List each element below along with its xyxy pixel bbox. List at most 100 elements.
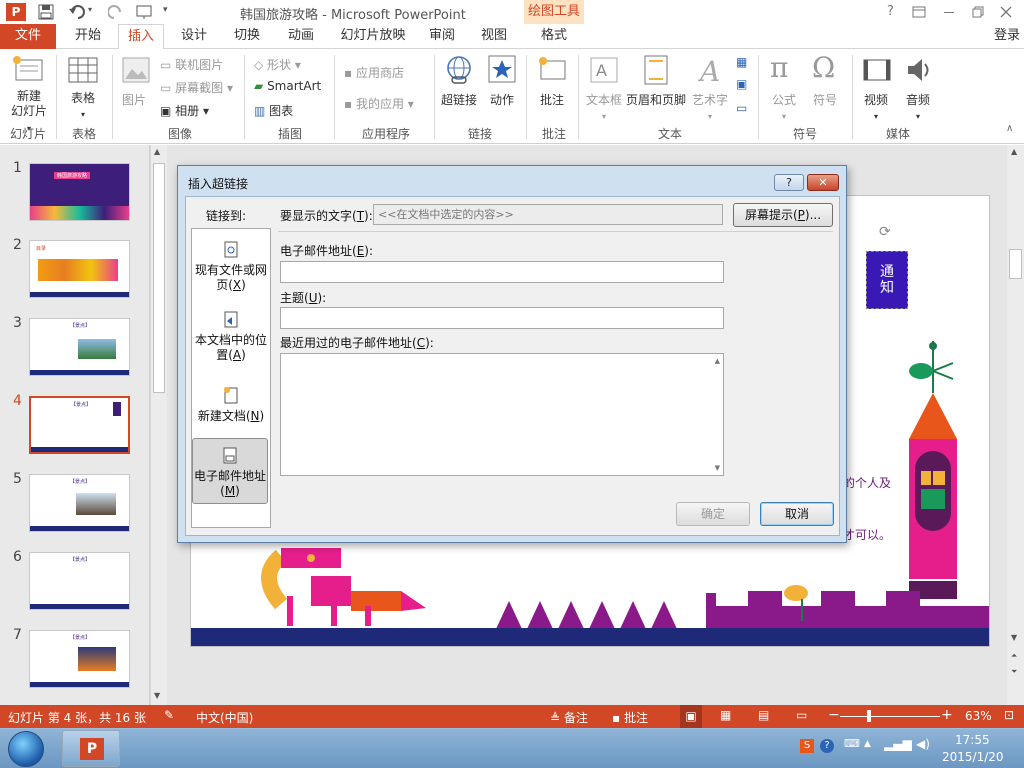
start-from-beginning-icon[interactable] <box>136 4 154 20</box>
close-icon[interactable] <box>1000 6 1012 18</box>
video-button[interactable]: 视频 ▾ <box>864 91 888 122</box>
normal-view-icon[interactable]: ▣ <box>680 705 702 728</box>
ok-button[interactable]: 确定 <box>676 502 750 526</box>
scroll-down-arrow-icon[interactable]: ▼ <box>1011 633 1017 642</box>
dialog-close-button[interactable]: ✕ <box>807 174 839 191</box>
zoom-slider-thumb[interactable] <box>867 710 871 722</box>
my-apps-button[interactable]: ▪ 我的应用 ▾ <box>344 95 414 112</box>
audio-button[interactable]: 音频 ▾ <box>906 91 930 122</box>
subject-input[interactable] <box>280 307 724 329</box>
login-link[interactable]: 登录 <box>990 24 1024 49</box>
link-option-existing-file[interactable]: 现有文件或网 页(X) <box>193 241 269 293</box>
hyperlink-button[interactable]: 超链接 <box>441 91 477 108</box>
online-pictures-button[interactable]: ▭ 联机图片 <box>160 56 223 73</box>
link-option-place-in-document[interactable]: 本文档中的位 置(A) <box>193 311 269 363</box>
slide-thumbnail-1[interactable]: 韩国旅游攻略 <box>29 163 130 221</box>
slide-thumbnail-7[interactable]: 【景点】 <box>29 630 130 688</box>
redo-icon[interactable] <box>108 4 124 20</box>
slide-thumbnail-3[interactable]: 【景点】 <box>29 318 130 376</box>
tab-insert[interactable]: 插入 <box>118 24 164 50</box>
picture-button[interactable]: 图片 <box>122 91 146 108</box>
cancel-button[interactable]: 取消 <box>760 502 834 526</box>
comments-button[interactable]: ▪ 批注 <box>612 709 648 726</box>
scroll-up-arrow-icon[interactable]: ▲ <box>154 147 160 156</box>
collapse-ribbon-icon[interactable]: ∧ <box>1006 123 1013 134</box>
slide-thumbnail-5[interactable]: 【景点】 <box>29 474 130 532</box>
textbox-button[interactable]: 文本框 ▾ <box>586 91 622 122</box>
ribbon-display-icon[interactable] <box>912 6 926 18</box>
tab-design[interactable]: 设计 <box>170 24 218 49</box>
link-option-email-address[interactable]: 电子邮件地址 (M) <box>192 438 268 504</box>
object-icon[interactable]: ▭ <box>736 101 747 115</box>
smartart-button[interactable]: ▰ SmartArt <box>254 79 321 93</box>
table-button[interactable]: 表格 ▾ <box>66 89 100 120</box>
zoom-slider[interactable] <box>840 716 940 717</box>
scroll-thumb[interactable] <box>1009 249 1022 279</box>
tab-view[interactable]: 视图 <box>470 24 518 49</box>
sogou-tray-icon[interactable]: S <box>800 739 814 753</box>
dialog-help-button[interactable]: ? <box>774 174 804 191</box>
tab-slideshow[interactable]: 幻灯片放映 <box>334 24 412 49</box>
equation-button[interactable]: 公式 ▾ <box>772 91 796 122</box>
tab-transitions[interactable]: 切换 <box>223 24 271 49</box>
slide-number-icon[interactable]: ▣ <box>736 77 747 91</box>
clock-date[interactable]: 2015/1/20 <box>942 750 1004 764</box>
spellcheck-icon[interactable]: ✎ <box>164 708 174 722</box>
email-address-input[interactable] <box>280 261 724 283</box>
scroll-up-arrow-icon[interactable]: ▲ <box>1011 147 1017 156</box>
scroll-down-arrow-icon[interactable]: ▼ <box>154 691 160 700</box>
slide-thumbnail-4[interactable]: 【景点】 <box>29 396 130 454</box>
customize-toolbar-icon[interactable]: ▾ <box>163 5 168 15</box>
clock-time[interactable]: 17:55 <box>955 733 990 747</box>
action-button[interactable]: 动作 <box>490 91 514 108</box>
keyboard-tray-icon[interactable]: ⌨ <box>844 737 860 750</box>
minimize-icon[interactable] <box>944 12 954 13</box>
help-tray-icon[interactable]: ? <box>820 739 834 753</box>
slide-thumbnail-2[interactable]: 目录 <box>29 240 130 298</box>
network-icon[interactable]: ▂▄▆ <box>884 737 912 751</box>
previous-slide-icon[interactable]: ⏶ <box>1011 651 1017 661</box>
date-time-icon[interactable]: ▦ <box>736 55 747 69</box>
reading-view-icon[interactable]: ▤ <box>758 708 769 722</box>
wordart-button[interactable]: 艺术字 ▾ <box>692 91 728 122</box>
photo-album-button[interactable]: ▣ 相册 ▾ <box>160 102 209 119</box>
tab-review[interactable]: 审阅 <box>418 24 466 49</box>
taskbar-powerpoint-button[interactable]: P <box>62 730 120 767</box>
fit-slide-icon[interactable]: ⊡ <box>1004 708 1014 722</box>
recent-email-list[interactable]: ▲ ▼ <box>280 353 724 476</box>
zoom-in-icon[interactable]: + <box>941 707 953 723</box>
next-slide-icon[interactable]: ⏷ <box>1011 667 1017 677</box>
thumbnails-scrollbar[interactable]: ▲ ▼ <box>150 145 167 705</box>
link-option-new-document[interactable]: 新建文档(N) <box>193 387 269 424</box>
start-button-icon[interactable] <box>8 731 44 767</box>
zoom-level-text[interactable]: 63% <box>965 709 992 723</box>
header-footer-button[interactable]: 页眉和页脚 <box>626 91 686 108</box>
slide-sorter-icon[interactable]: ▦ <box>720 708 731 722</box>
app-store-button[interactable]: ▪ 应用商店 <box>344 64 404 81</box>
rotate-handle-icon[interactable]: ⟳ <box>879 224 891 240</box>
list-scroll-up-icon[interactable]: ▲ <box>715 357 720 365</box>
language-text[interactable]: 中文(中国) <box>196 709 253 726</box>
save-icon[interactable] <box>38 4 54 20</box>
notice-badge[interactable]: 通 知 <box>866 251 908 309</box>
help-icon[interactable]: ? <box>887 4 894 19</box>
notes-button[interactable]: ≜ 备注 <box>550 709 588 726</box>
shapes-button[interactable]: ◇ 形状 ▾ <box>254 56 301 73</box>
tab-home[interactable]: 开始 <box>64 24 112 49</box>
show-hidden-icons[interactable]: ▲ <box>864 739 871 749</box>
slide-thumbnail-6[interactable]: 【景点】 <box>29 552 130 610</box>
powerpoint-app-icon[interactable]: P <box>6 3 26 21</box>
tab-format[interactable]: 格式 <box>527 24 581 49</box>
undo-icon[interactable] <box>68 4 86 20</box>
tab-file[interactable]: 文件 <box>0 24 56 49</box>
scroll-thumb[interactable] <box>153 163 165 393</box>
screenshot-button[interactable]: ▭ 屏幕截图 ▾ <box>160 79 233 96</box>
zoom-out-icon[interactable]: − <box>828 707 840 723</box>
list-scroll-down-icon[interactable]: ▼ <box>715 464 720 472</box>
tab-animations[interactable]: 动画 <box>277 24 325 49</box>
symbol-button[interactable]: 符号 <box>813 91 837 108</box>
slide-scrollbar[interactable]: ▲ ▼ ⏶ ⏷ <box>1007 145 1024 705</box>
restore-icon[interactable] <box>972 6 984 18</box>
slideshow-view-icon[interactable]: ▭ <box>796 708 807 722</box>
display-text-field[interactable]: <<在文档中选定的内容>> <box>373 204 723 225</box>
